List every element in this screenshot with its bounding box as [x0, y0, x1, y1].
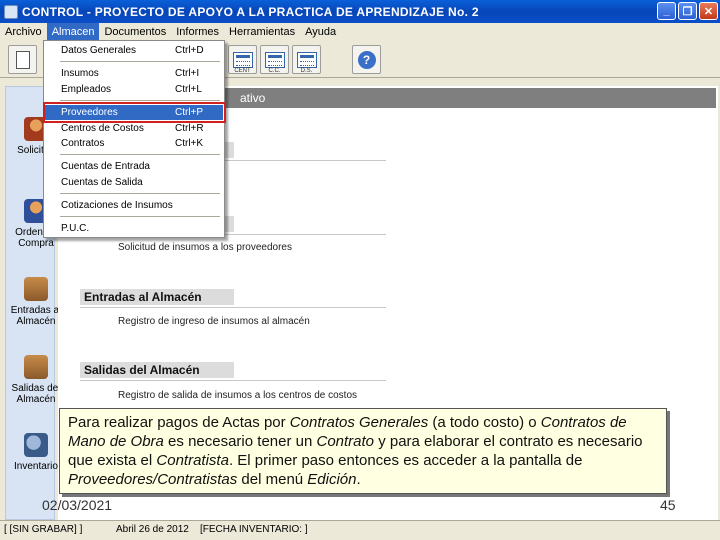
- toolbar-caption: CENT: [234, 68, 251, 74]
- box-out-icon: [24, 355, 48, 379]
- note-text: (a todo costo) o: [428, 414, 541, 431]
- menu-item-shortcut: Ctrl+L: [175, 84, 202, 95]
- menu-almacen[interactable]: Almacen: [46, 23, 100, 41]
- menu-item-label: P.U.C.: [61, 223, 90, 234]
- menu-separator: [60, 154, 220, 155]
- menu-item-cuentas-salida[interactable]: Cuentas de Salida: [45, 175, 223, 190]
- section-description[interactable]: Registro de salida de insumos a los cent…: [118, 390, 357, 401]
- panel-item-label: Salidas del Almacén: [11, 383, 61, 405]
- menu-documentos[interactable]: Documentos: [99, 23, 171, 41]
- panel-item-label: Entradas al Almacén: [10, 305, 62, 327]
- document-icon: [15, 50, 30, 69]
- restore-button[interactable]: ❐: [678, 2, 697, 20]
- menu-item-label: Datos Generales: [61, 45, 137, 56]
- menu-item-contratos[interactable]: Contratos Ctrl+K: [45, 136, 223, 151]
- panel-item-salidas[interactable]: Salidas del Almacén: [6, 355, 66, 405]
- menu-item-datos-generales[interactable]: Datos Generales Ctrl+D: [45, 43, 223, 58]
- note-text: Para realizar pagos de Actas por: [68, 414, 290, 431]
- section-title: Salidas del Almacén: [80, 362, 234, 378]
- menu-item-label: Empleados: [61, 84, 112, 95]
- status-bar: [ [SIN GRABAR] ] Abril 26 de 2012 [FECHA…: [0, 520, 720, 540]
- menu-item-puc[interactable]: P.U.C.: [45, 221, 223, 236]
- panel-item-inventario[interactable]: Inventario: [6, 433, 66, 472]
- slide-page-number: 45: [660, 497, 676, 513]
- section-title: Entradas al Almacén: [80, 289, 234, 305]
- magnifier-icon: [24, 433, 48, 457]
- section-divider: [80, 307, 386, 308]
- restore-icon: ❐: [682, 5, 693, 18]
- help-button[interactable]: ?: [352, 45, 381, 74]
- section-description[interactable]: Solicitud de insumos a los proveedores: [118, 242, 292, 253]
- grid-icon: [232, 51, 253, 68]
- documents-button[interactable]: D.S.: [292, 45, 321, 74]
- instruction-note: Para realizar pagos de Actas por Contrat…: [59, 408, 667, 494]
- menu-item-label: Cotizaciones de Insumos: [61, 200, 173, 211]
- help-icon: ?: [357, 50, 376, 69]
- status-inventory-date: [FECHA INVENTARIO: ]: [200, 524, 308, 535]
- note-emphasis: Proveedores/Contratistas: [68, 471, 238, 488]
- note-text: del menú: [237, 471, 308, 488]
- menu-separator: [60, 216, 220, 217]
- menu-item-insumos[interactable]: Insumos Ctrl+I: [45, 66, 223, 81]
- box-in-icon: [24, 277, 48, 301]
- title-bar: CONTROL - PROYECTO DE APOYO A LA PRACTIC…: [0, 0, 720, 23]
- toolbar-caption: C.C.: [268, 68, 281, 74]
- window-controls: _ ❐ ✕: [657, 2, 718, 20]
- cost-centers-button[interactable]: C.C.: [260, 45, 289, 74]
- menu-item-shortcut: Ctrl+I: [175, 68, 200, 79]
- grid-icon: [264, 51, 285, 68]
- window-title: CONTROL - PROYECTO DE APOYO A LA PRACTIC…: [22, 4, 479, 19]
- panel-item-label: Inventario: [14, 461, 58, 472]
- note-emphasis: Contratos Generales: [289, 414, 429, 431]
- minimize-button[interactable]: _: [657, 2, 676, 20]
- toolbar-caption: D.S.: [300, 68, 313, 74]
- menu-item-shortcut: Ctrl+K: [175, 138, 204, 149]
- grid-icon: [296, 51, 317, 68]
- menu-item-centros-costos[interactable]: Centros de Costos Ctrl+R: [45, 121, 223, 136]
- menu-bar: Archivo Almacen Documentos Informes Herr…: [0, 23, 720, 41]
- minimize-icon: _: [663, 5, 670, 17]
- menu-item-cuentas-entrada[interactable]: Cuentas de Entrada: [45, 159, 223, 174]
- app-icon: [4, 4, 18, 19]
- note-text: es necesario tener un: [163, 433, 317, 450]
- almacen-dropdown-menu: Datos Generales Ctrl+D Insumos Ctrl+I Em…: [43, 40, 225, 238]
- new-document-button[interactable]: [8, 45, 37, 74]
- note-emphasis: Contratista: [156, 452, 229, 469]
- centers-button[interactable]: CENT: [228, 45, 257, 74]
- menu-item-cotizaciones[interactable]: Cotizaciones de Insumos: [45, 198, 223, 213]
- menu-informes[interactable]: Informes: [171, 23, 224, 41]
- menu-herramientas[interactable]: Herramientas: [224, 23, 300, 41]
- close-icon: ✕: [703, 5, 714, 18]
- panel-item-entradas[interactable]: Entradas al Almacén: [6, 277, 66, 327]
- menu-separator: [60, 100, 220, 101]
- status-save-state: [ [SIN GRABAR] ]: [4, 524, 83, 535]
- menu-item-label: Cuentas de Salida: [61, 177, 143, 188]
- status-date: Abril 26 de 2012: [116, 524, 189, 535]
- menu-item-empleados[interactable]: Empleados Ctrl+L: [45, 82, 223, 97]
- note-emphasis: Edición: [307, 471, 357, 488]
- slide-date: 02/03/2021: [42, 497, 113, 513]
- menu-item-label: Insumos: [61, 68, 99, 79]
- section-description[interactable]: Registro de ingreso de insumos al almacé…: [118, 316, 310, 327]
- menu-item-label: Contratos: [61, 138, 105, 149]
- menu-separator: [60, 61, 220, 62]
- menu-archivo[interactable]: Archivo: [0, 23, 47, 41]
- menu-item-label: Cuentas de Entrada: [61, 161, 150, 172]
- menu-ayuda[interactable]: Ayuda: [300, 23, 341, 41]
- highlight-box: [43, 102, 226, 123]
- note-emphasis: Contrato: [316, 433, 375, 450]
- menu-item-shortcut: Ctrl+D: [175, 45, 204, 56]
- menu-item-shortcut: Ctrl+R: [175, 123, 204, 134]
- note-text: .: [356, 471, 361, 488]
- menu-separator: [60, 193, 220, 194]
- close-button[interactable]: ✕: [699, 2, 718, 20]
- section-divider: [80, 380, 386, 381]
- note-text: . El primer paso entonces es acceder a l…: [228, 452, 583, 469]
- menu-item-label: Centros de Costos: [61, 123, 144, 134]
